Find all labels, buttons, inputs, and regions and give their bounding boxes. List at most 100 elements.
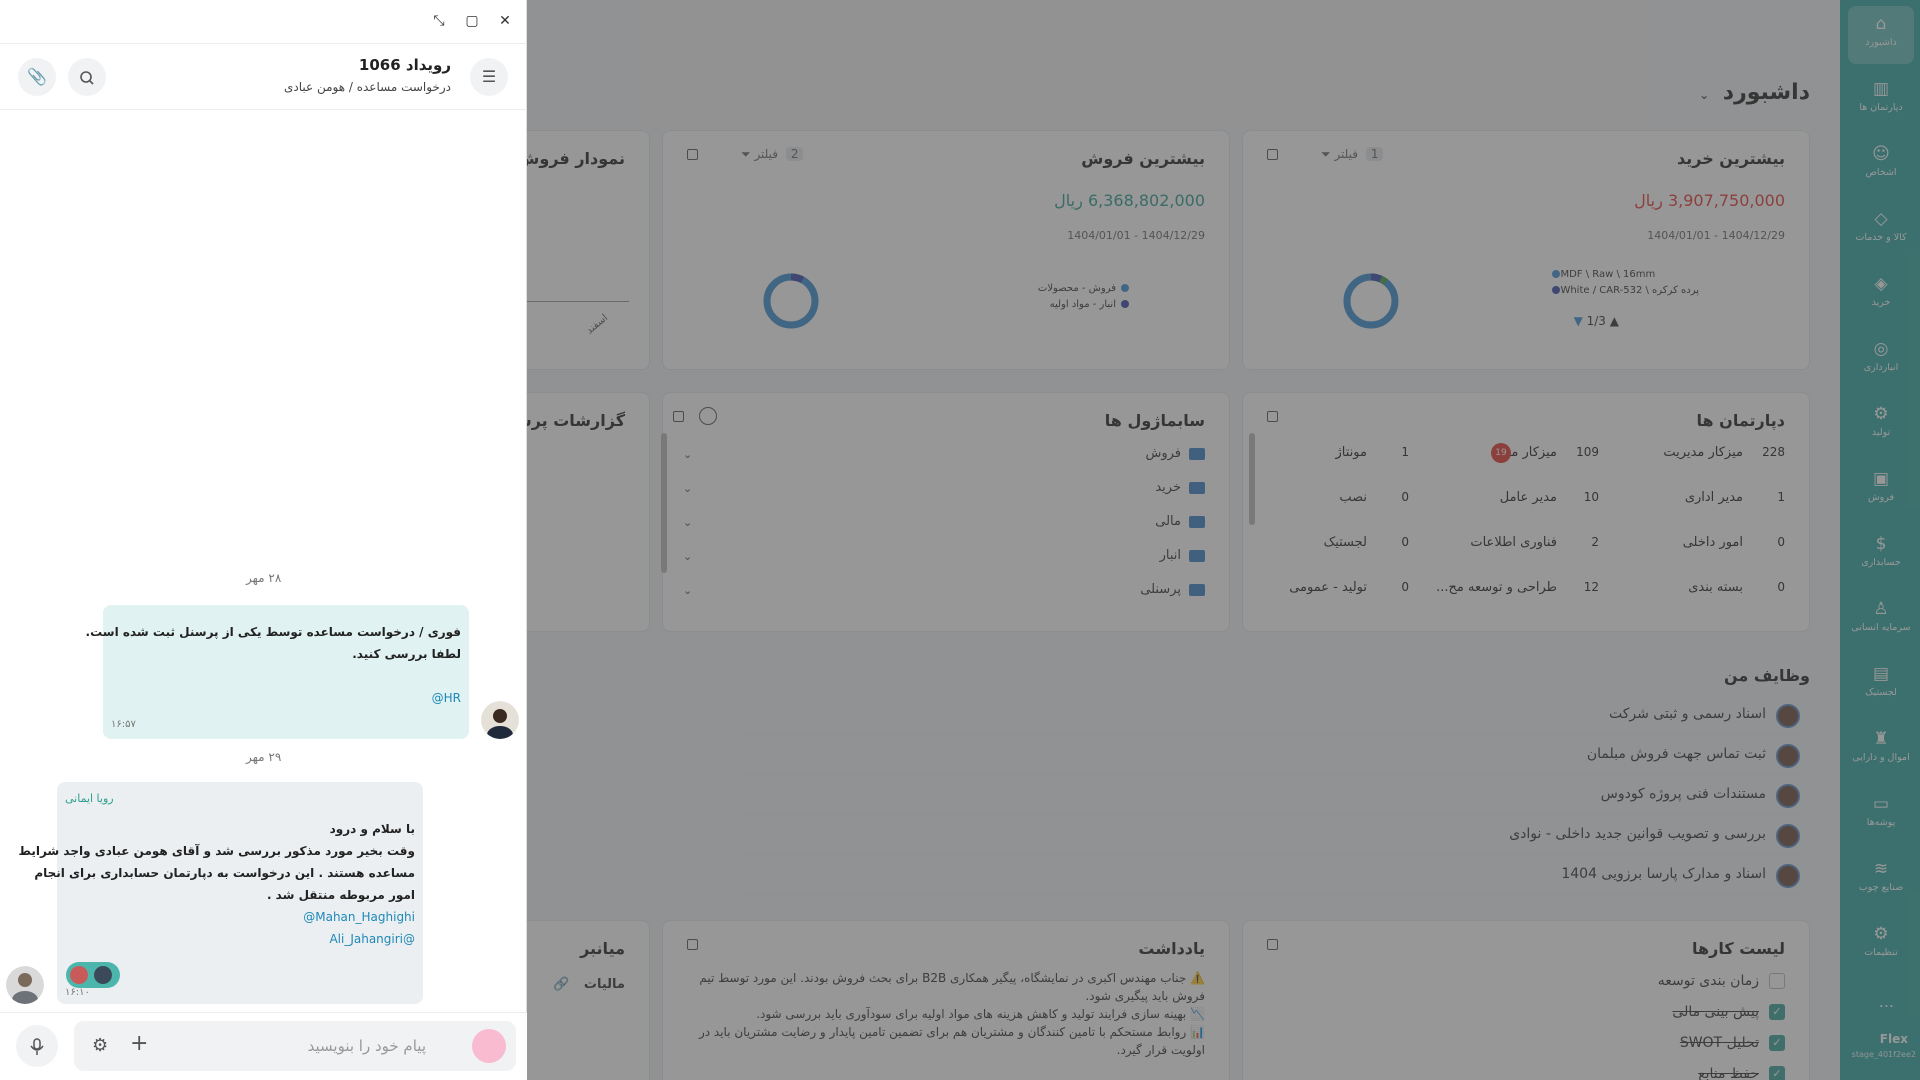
sidebar-item-label: کالا و خدمات: [1855, 232, 1907, 243]
department-name[interactable]: بسته بندی: [1688, 580, 1743, 595]
mention-link[interactable]: @HR: [432, 691, 461, 705]
top-sell-checkbox[interactable]: [687, 149, 698, 160]
chevron-down-icon[interactable]: ⌄: [683, 550, 692, 563]
task-row[interactable]: بررسی و تصویب قوانین جدید داخلی - نوادی: [740, 816, 1800, 856]
sidebar-item-label: اشخاص: [1865, 167, 1897, 178]
folder-item[interactable]: انبار: [1160, 548, 1205, 563]
filter-label: فیلتر: [754, 147, 779, 161]
message-bubble[interactable]: رویا ایمانی با سلام و درود وقت بخیر مورد…: [19, 782, 423, 1004]
sidebar-item[interactable]: ⌂ داشبورد: [1848, 6, 1914, 64]
sidebar-item[interactable]: ◇ کالا و خدمات: [1848, 201, 1914, 259]
chevron-down-icon[interactable]: ⌄: [1699, 88, 1709, 102]
avatar[interactable]: [481, 701, 519, 739]
maximize-icon[interactable]: ▢: [461, 10, 483, 32]
reaction-avatars[interactable]: [66, 962, 120, 988]
todo-item[interactable]: ✓ حفظ منابع: [1698, 1066, 1785, 1080]
scrollbar[interactable]: [1249, 433, 1255, 525]
chevron-down-icon[interactable]: ⌄: [683, 448, 692, 461]
sidebar-item[interactable]: ♙ سرمایه انسانی: [1848, 591, 1914, 649]
sidebar-item[interactable]: ▥ دپارتمان ها: [1848, 71, 1914, 129]
close-icon[interactable]: ✕: [494, 10, 516, 32]
task-row[interactable]: اسناد و مدارک پارسا برزویی 1404: [740, 856, 1800, 896]
sidebar-item[interactable]: ▤ لجستیک: [1848, 656, 1914, 714]
notes-checkbox[interactable]: [687, 939, 698, 950]
message-line: مساعده هستند . این درخواست به دپارتمان ح…: [34, 866, 415, 880]
text-cursor-indicator: [472, 1029, 506, 1063]
shortcut-item[interactable]: مالیات 🔗: [553, 977, 625, 992]
sidebar-item[interactable]: ⚙ تولید: [1848, 396, 1914, 454]
departments-checkbox[interactable]: [1267, 411, 1278, 422]
top-buy-checkbox[interactable]: [1267, 149, 1278, 160]
department-name[interactable]: نصب: [1339, 490, 1367, 505]
department-name[interactable]: لجستیک: [1324, 535, 1367, 550]
sidebar-item[interactable]: ⚙ تنظیمات: [1848, 916, 1914, 974]
sidebar-item[interactable]: ◈ خرید: [1848, 266, 1914, 324]
more-icon[interactable]: ...: [1879, 992, 1894, 1011]
sidebar-item[interactable]: ◎ انبارداری: [1848, 331, 1914, 389]
gear-icon: ⚙: [1873, 924, 1889, 944]
gear-icon[interactable]: ⚙: [92, 1035, 108, 1056]
todo-item[interactable]: زمان بندی توسعه: [1658, 973, 1785, 989]
tag-icon: ◈: [1874, 274, 1888, 294]
minimize-icon[interactable]: ⤡: [428, 10, 450, 32]
pager-down-icon[interactable]: ▼: [1574, 314, 1583, 328]
folder-item[interactable]: فروش: [1145, 446, 1205, 461]
search-icon[interactable]: [699, 407, 717, 425]
folder-item[interactable]: خرید: [1155, 480, 1205, 495]
department-name[interactable]: مدیر عامل: [1500, 490, 1557, 505]
microphone-icon[interactable]: [16, 1025, 58, 1067]
todo-item[interactable]: ✓ تحلیل SWOT: [1680, 1035, 1785, 1051]
message-line: وقت بخیر مورد مذکور بررسی شد و آقای هومن…: [18, 844, 416, 858]
mention-link[interactable]: Ali_Jahangiri@: [329, 932, 415, 946]
department-name[interactable]: تولید - عمومی: [1289, 580, 1367, 595]
menu-icon[interactable]: ☰: [470, 58, 508, 96]
department-name[interactable]: امور داخلی: [1683, 535, 1743, 550]
message-input[interactable]: [166, 1032, 426, 1060]
top-buy-pager[interactable]: ▲ 1/3 ▼: [1574, 314, 1619, 328]
department-name[interactable]: مدیر اداری: [1685, 490, 1743, 505]
folder-item[interactable]: پرسنلی: [1140, 582, 1205, 597]
dashboard-title[interactable]: داشبورد ⌄: [1699, 80, 1810, 105]
task-row[interactable]: مستندات فنی پروژه کودوس: [740, 776, 1800, 816]
pager-up-icon[interactable]: ▲: [1610, 314, 1619, 328]
scrollbar[interactable]: [661, 433, 667, 573]
todo-checkbox[interactable]: ✓: [1769, 1004, 1785, 1020]
filter-icon: ⏷: [1321, 147, 1331, 161]
message-bubble[interactable]: فوری / درخواست مساعده توسط یکی از پرسنل …: [86, 605, 469, 739]
todo-checkbox[interactable]: [1769, 973, 1785, 989]
mention-link[interactable]: @Mahan_Haghighi: [303, 910, 415, 924]
top-sell-filter-button[interactable]: 2 فیلتر ⏷: [741, 147, 804, 162]
todo-checkbox[interactable]: ✓: [1769, 1066, 1785, 1080]
chevron-down-icon[interactable]: ⌄: [683, 516, 692, 529]
department-name[interactable]: طراحی و توسعه مح...: [1436, 580, 1557, 595]
sidebar-item[interactable]: ☺ اشخاص: [1848, 136, 1914, 194]
task-row[interactable]: اسناد رسمی و ثبتی شرکت: [740, 696, 1800, 736]
department-count: 10: [1583, 490, 1599, 504]
sidebar-item[interactable]: ≋ صنایع چوب: [1848, 851, 1914, 909]
sidebar-item[interactable]: ▭ پوشه‌ها: [1848, 786, 1914, 844]
department-name[interactable]: میزکار مدیریت: [1663, 445, 1743, 460]
todo-item[interactable]: ✓ پیش بینی مالی: [1672, 1004, 1785, 1020]
folder-item[interactable]: مالی: [1155, 514, 1205, 529]
search-icon[interactable]: [68, 58, 106, 96]
avatar[interactable]: [6, 966, 44, 1004]
todo-checkbox[interactable]: ✓: [1769, 1035, 1785, 1051]
todo-checkbox[interactable]: [1267, 939, 1278, 950]
chevron-down-icon[interactable]: ⌄: [683, 482, 692, 495]
attachment-icon[interactable]: 📎: [18, 58, 56, 96]
dashboard-title-text: داشبورد: [1722, 80, 1810, 105]
sidebar-item[interactable]: ▣ فروش: [1848, 461, 1914, 519]
sidebar-item[interactable]: ♜ اموال و دارایی: [1848, 721, 1914, 779]
top-buy-filter-button[interactable]: 1 فیلتر ⏷: [1321, 147, 1384, 162]
department-name[interactable]: مونتاژ: [1336, 445, 1367, 460]
folder-icon: [1189, 549, 1205, 562]
chevron-down-icon[interactable]: ⌄: [683, 584, 692, 597]
shortcut-label: مالیات: [583, 977, 625, 992]
submodules-checkbox[interactable]: [673, 411, 684, 422]
task-row[interactable]: ثبت تماس جهت فروش مبلمان: [740, 736, 1800, 776]
sidebar-item[interactable]: $ حسابداری: [1848, 526, 1914, 584]
folder-icon: ▭: [1872, 794, 1890, 814]
plus-icon[interactable]: +: [130, 1031, 148, 1056]
notes-card: یادداشت ⚠️ جناب مهندس اکبری در نمایشگاه،…: [662, 920, 1230, 1080]
department-name[interactable]: فناوری اطلاعات: [1470, 535, 1557, 550]
